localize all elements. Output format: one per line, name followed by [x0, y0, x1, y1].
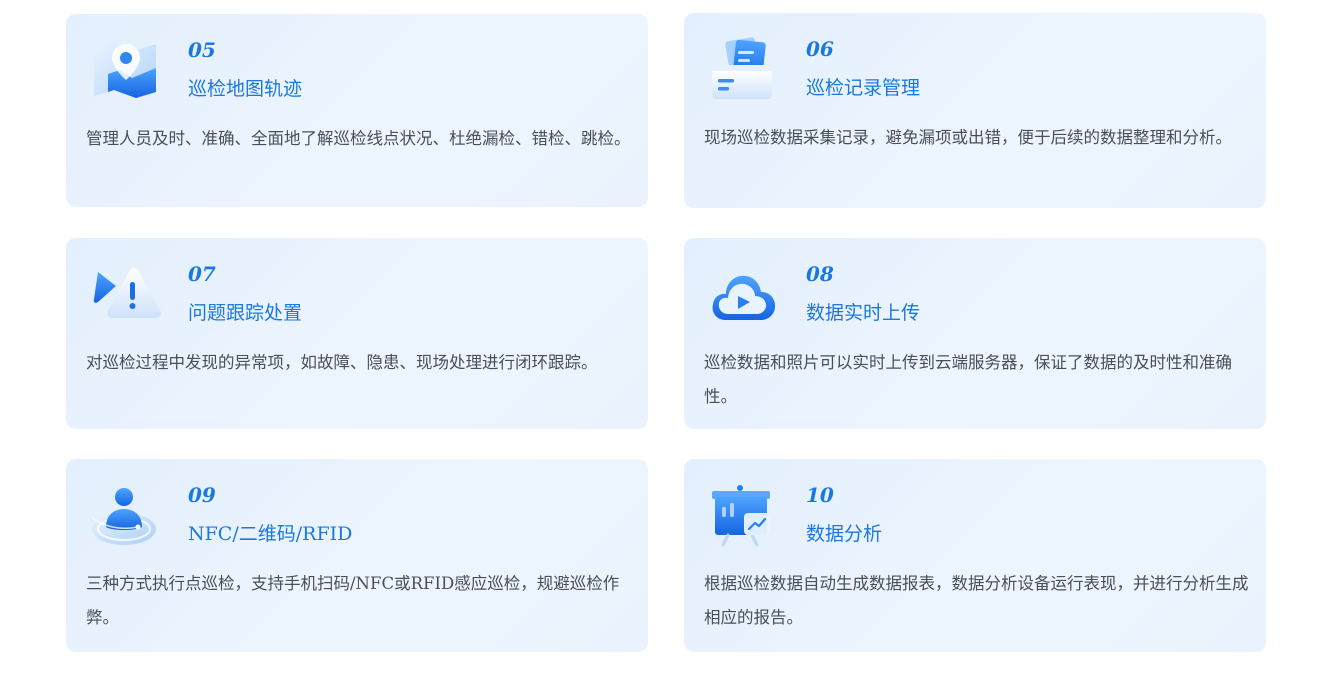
feature-title: NFC/二维码/RFID: [188, 523, 353, 545]
feature-number: 06: [806, 37, 834, 61]
feature-description: 现场巡检数据采集记录，避免漏项或出错，便于后续的数据整理和分析。: [704, 128, 1232, 147]
feature-card-map-track: 05 巡检地图轨迹 管理人员及时、准确、全面地了解巡检线点状况、杜绝漏检、错检、…: [66, 14, 648, 207]
folder-records-icon: [708, 37, 780, 103]
feature-card-nfc-qr-rfid: 09 NFC/二维码/RFID 三种方式执行点巡检，支持手机扫码/NFC或RFI…: [66, 459, 648, 652]
feature-number: 05: [188, 38, 216, 62]
feature-title: 问题跟踪处置: [188, 302, 303, 324]
feature-description: 根据巡检数据自动生成数据报表，数据分析设备运行表现，并进行分析生成相应的报告。: [704, 574, 1249, 627]
feature-card-records: 06 巡检记录管理 现场巡检数据采集记录，避免漏项或出错，便于后续的数据整理和分…: [684, 13, 1266, 208]
user-scan-icon: [90, 483, 162, 549]
cloud-upload-icon: [708, 262, 780, 328]
feature-description: 管理人员及时、准确、全面地了解巡检线点状况、杜绝漏检、错检、跳检。: [86, 129, 631, 148]
feature-card-data-analysis: 10 数据分析 根据巡检数据自动生成数据报表，数据分析设备运行表现，并进行分析生…: [684, 459, 1266, 652]
feature-number: 09: [188, 483, 216, 507]
map-pin-icon: [90, 38, 162, 104]
feature-card-data-upload: 08 数据实时上传 巡检数据和照片可以实时上传到云端服务器，保证了数据的及时性和…: [684, 238, 1266, 429]
warning-icon: [90, 262, 162, 328]
feature-number: 10: [806, 483, 834, 507]
feature-description: 对巡检过程中发现的异常项，如故障、隐患、现场处理进行闭环跟踪。: [86, 353, 598, 372]
feature-title: 数据实时上传: [806, 302, 921, 324]
feature-number: 08: [806, 262, 834, 286]
feature-card-issue-tracking: 07 问题跟踪处置 对巡检过程中发现的异常项，如故障、隐患、现场处理进行闭环跟踪…: [66, 238, 648, 429]
feature-description: 三种方式执行点巡检，支持手机扫码/NFC或RFID感应巡检，规避巡检作弊。: [86, 574, 620, 627]
feature-title: 巡检地图轨迹: [188, 78, 303, 100]
feature-number: 07: [188, 262, 216, 286]
feature-description: 巡检数据和照片可以实时上传到云端服务器，保证了数据的及时性和准确性。: [704, 353, 1232, 406]
feature-title: 数据分析: [806, 523, 883, 545]
chart-board-icon: [708, 483, 780, 549]
feature-title: 巡检记录管理: [806, 77, 921, 99]
